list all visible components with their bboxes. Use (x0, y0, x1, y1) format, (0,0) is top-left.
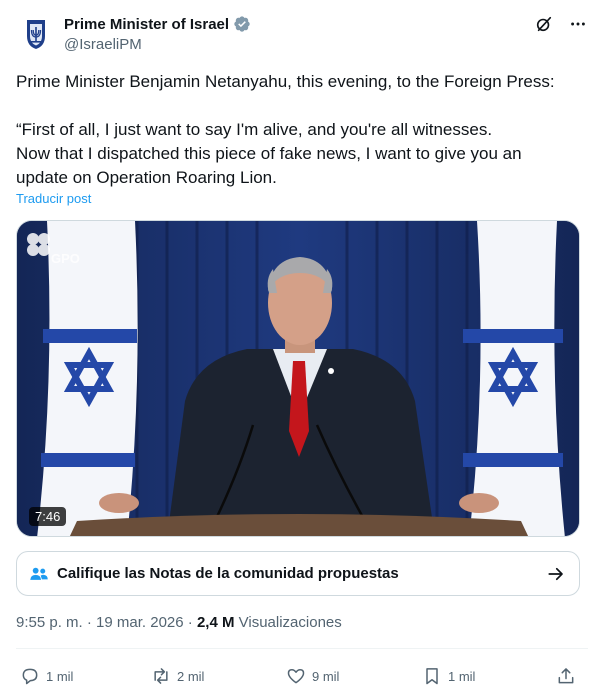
video-duration-badge: 7:46 (29, 507, 67, 526)
reply-icon (22, 668, 38, 685)
share-button[interactable] (556, 664, 576, 688)
video-player[interactable]: GPO 7:46 (16, 220, 580, 537)
people-icon (29, 564, 49, 584)
share-icon (558, 668, 574, 684)
tweet-date[interactable]: 19 mar. 2026 (96, 614, 184, 631)
views-count: 2,4 M (196, 614, 235, 631)
tweet-time[interactable]: 9:55 p. m. (16, 614, 83, 631)
community-notes-label: Califique las Notas de la comunidad prop… (57, 565, 399, 582)
like-icon (287, 669, 305, 684)
tweet-text: Prime Minister Benjamin Netanyahu, this … (16, 70, 588, 190)
bookmark-count: 1 mil (448, 668, 476, 684)
tweet-line: update on Operation Roaring Lion. (16, 168, 277, 187)
repost-icon (154, 668, 168, 684)
divider (16, 648, 588, 649)
verified-badge-icon[interactable] (233, 15, 251, 33)
header-actions (534, 14, 588, 34)
arrow-right-icon (547, 565, 565, 583)
israel-flag-left (37, 221, 138, 536)
grok-icon[interactable] (534, 14, 554, 34)
author-handle[interactable]: @IsraeliPM (64, 36, 251, 53)
tweet-header: Prime Minister of Israel @IsraeliPM (16, 10, 588, 58)
like-button[interactable]: 9 mil (286, 664, 339, 688)
repost-count: 2 mil (177, 668, 205, 684)
tweet-meta: 9:55 p. m. · 19 mar. 2026 · 2,4 M Visual… (16, 614, 342, 631)
tweet-paragraph: Prime Minister Benjamin Netanyahu, this … (16, 72, 555, 91)
meta-separator: · (183, 614, 197, 631)
views-label: Visualizaciones (238, 614, 342, 631)
bookmark-icon (426, 668, 438, 685)
bookmark-button[interactable]: 1 mil (422, 664, 475, 688)
israel-emblem-icon (27, 20, 45, 49)
tweet-line: “First of all, I just want to say I'm al… (16, 120, 493, 139)
like-count: 9 mil (312, 668, 340, 684)
more-icon[interactable] (568, 14, 588, 34)
meta-separator: · (82, 614, 97, 631)
action-bar: 1 mil 2 mil 9 mil 1 mil (20, 664, 580, 688)
display-name[interactable]: Prime Minister of Israel (64, 16, 229, 33)
community-notes-prompt[interactable]: Califique las Notas de la comunidad prop… (16, 551, 580, 596)
reply-button[interactable]: 1 mil (20, 664, 73, 688)
reply-count: 1 mil (46, 668, 74, 684)
display-name-row: Prime Minister of Israel (64, 14, 251, 34)
watermark-text: GPO (51, 251, 80, 266)
avatar[interactable] (16, 14, 56, 54)
author-names: Prime Minister of Israel @IsraeliPM (64, 14, 251, 53)
repost-button[interactable]: 2 mil (151, 664, 204, 688)
translate-post-link[interactable]: Traducir post (16, 191, 91, 206)
video-frame: GPO (17, 221, 579, 536)
tweet-line: Now that I dispatched this piece of fake… (16, 144, 522, 163)
